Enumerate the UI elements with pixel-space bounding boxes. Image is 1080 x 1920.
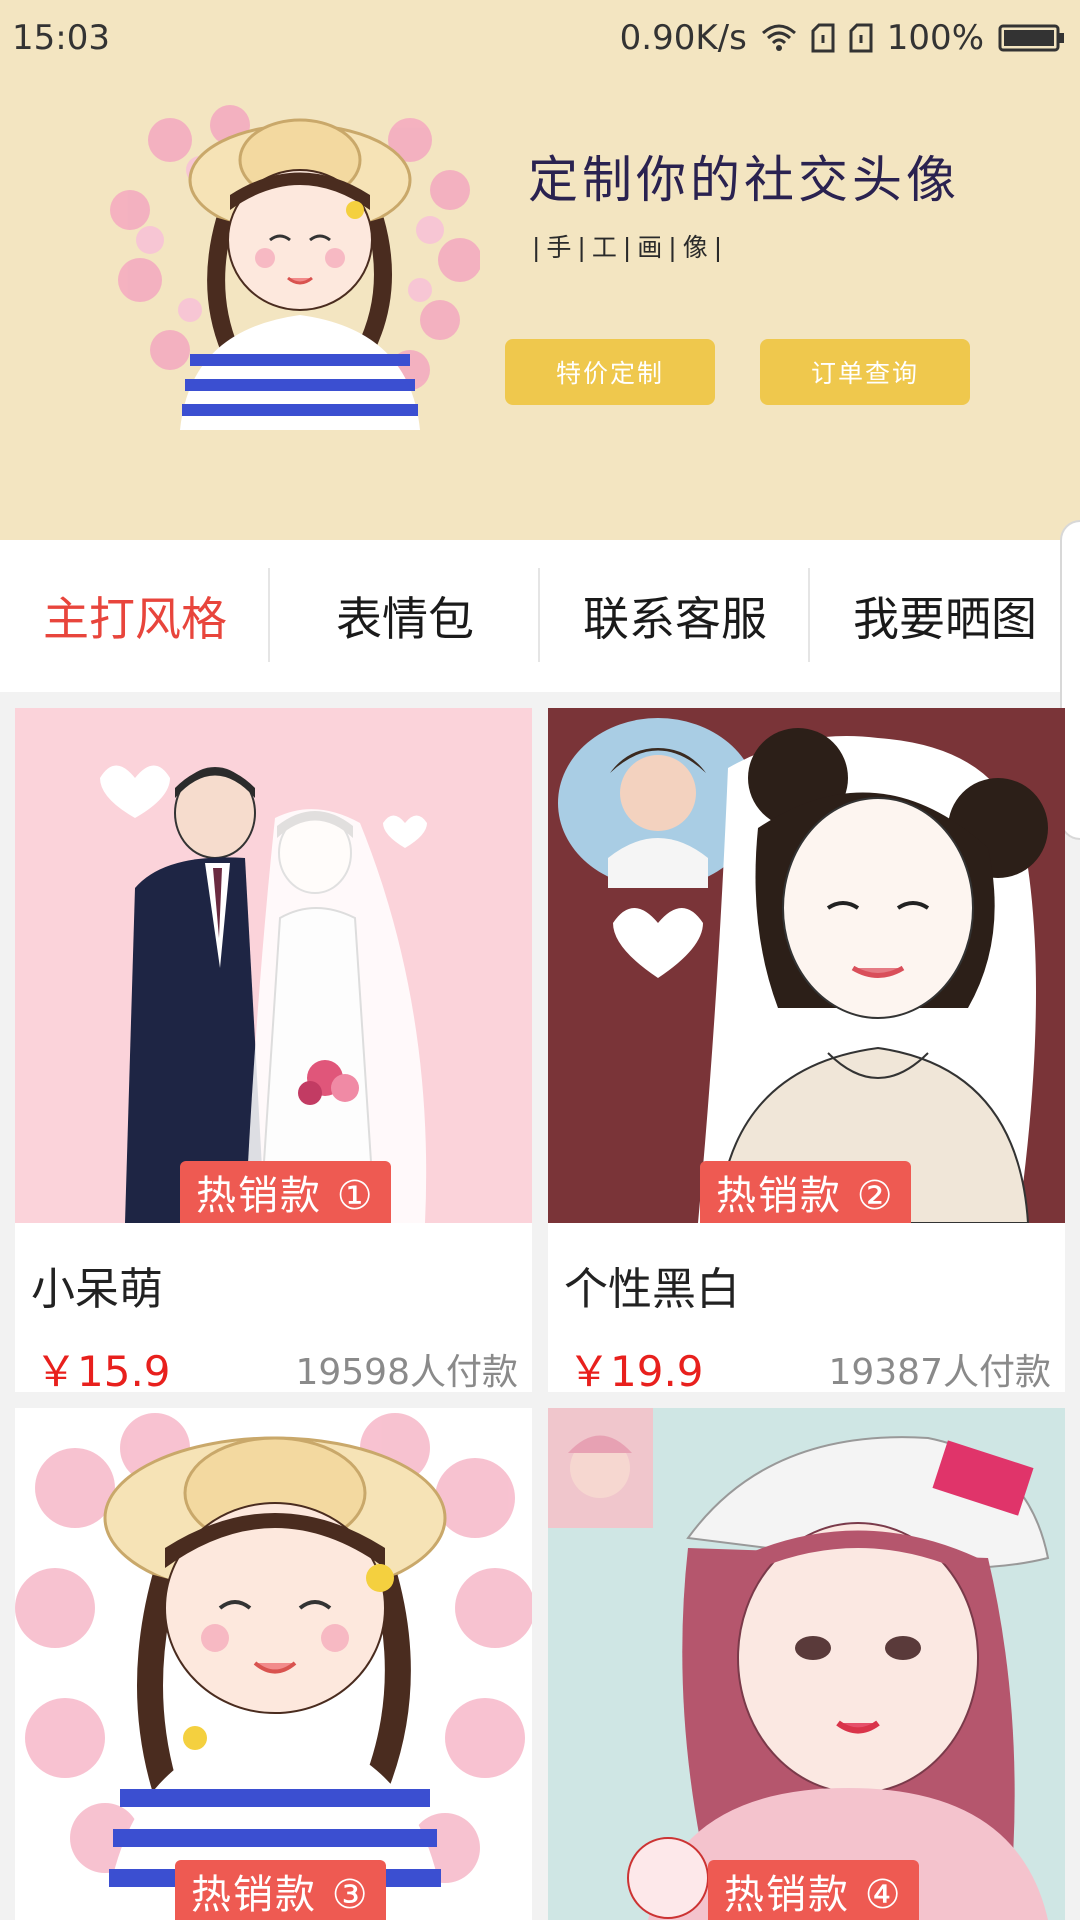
hero-title: 定制你的社交头像 bbox=[528, 151, 960, 209]
special-custom-button[interactable]: 特价定制 bbox=[505, 339, 715, 405]
hero-avatar-illustration bbox=[110, 100, 482, 430]
order-query-button[interactable]: 订单查询 bbox=[760, 339, 970, 405]
product-name: 小呆萌 bbox=[31, 1264, 163, 1315]
product-price: ￥19.9 bbox=[568, 1347, 704, 1392]
product-sales-count: 19387人付款 bbox=[828, 1352, 1051, 1392]
hot-sale-badge: 热销款 ④ bbox=[708, 1860, 919, 1920]
tab-main-style[interactable]: 主打风格 bbox=[0, 540, 270, 692]
product-price: ￥15.9 bbox=[35, 1347, 171, 1392]
tab-label: 我要晒图 bbox=[853, 592, 1037, 646]
product-image: 热销款 ① bbox=[15, 708, 532, 1223]
category-tabs: 主打风格 表情包 联系客服 我要晒图 bbox=[0, 540, 1080, 692]
tab-label: 主打风格 bbox=[43, 592, 227, 646]
tab-share-photos[interactable]: 我要晒图 bbox=[810, 540, 1080, 692]
sim-card-icon bbox=[811, 23, 835, 53]
product-card[interactable]: 热销款 ② 个性黑白 ￥19.9 19387人付款 bbox=[548, 708, 1065, 1392]
product-image: 热销款 ③ bbox=[15, 1408, 532, 1920]
product-card[interactable]: 热销款 ④ bbox=[548, 1408, 1065, 1920]
tab-stickers[interactable]: 表情包 bbox=[270, 540, 540, 692]
status-time: 15:03 bbox=[12, 18, 110, 58]
hot-sale-badge: 热销款 ③ bbox=[175, 1860, 386, 1920]
tab-label: 联系客服 bbox=[583, 592, 767, 646]
wifi-icon bbox=[761, 23, 797, 53]
hot-sale-badge: 热销款 ② bbox=[700, 1161, 911, 1223]
product-image: 热销款 ④ bbox=[548, 1408, 1065, 1920]
tab-label: 表情包 bbox=[336, 592, 474, 646]
product-image: 热销款 ② bbox=[548, 708, 1065, 1223]
hero-subtitle: |手|工|画|像| bbox=[532, 233, 729, 262]
hero-banner: 15:03 0.90K/s 100% 定制你的社交头像 |手|工|画|像| 特价… bbox=[0, 0, 1080, 540]
product-name: 个性黑白 bbox=[564, 1264, 740, 1315]
status-bar: 15:03 0.90K/s 100% bbox=[0, 0, 1080, 80]
sim-card-icon bbox=[849, 23, 873, 53]
hot-sale-badge: 热销款 ① bbox=[180, 1161, 391, 1223]
battery-icon bbox=[998, 23, 1066, 53]
tab-contact-service[interactable]: 联系客服 bbox=[540, 540, 810, 692]
network-speed: 0.90K/s bbox=[619, 18, 747, 58]
product-card[interactable]: 热销款 ① 小呆萌 ￥15.9 19598人付款 bbox=[15, 708, 532, 1392]
battery-level: 100% bbox=[886, 18, 984, 58]
status-right-group: 0.90K/s 100% bbox=[620, 18, 1066, 58]
product-sales-count: 19598人付款 bbox=[295, 1352, 518, 1392]
product-card[interactable]: 热销款 ③ bbox=[15, 1408, 532, 1920]
